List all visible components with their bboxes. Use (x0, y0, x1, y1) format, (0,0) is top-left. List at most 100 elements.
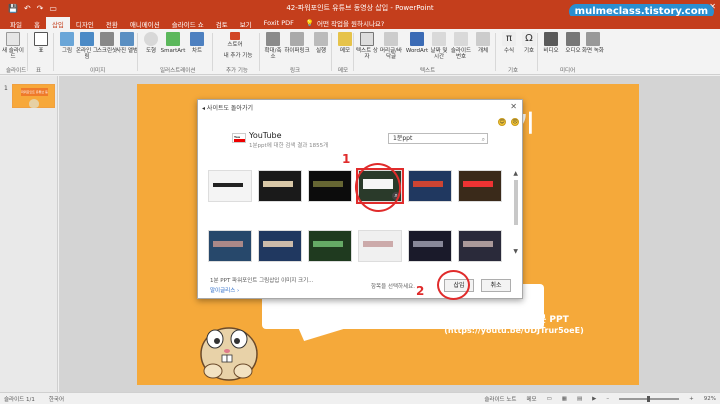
tab-view[interactable]: 보기 (234, 17, 258, 29)
zoom-knob[interactable] (647, 396, 651, 402)
slideshow-view-icon[interactable]: ▶ (592, 396, 596, 402)
thumb-graphic (313, 241, 343, 247)
tab-review[interactable]: 검토 (210, 17, 234, 29)
picture-button[interactable]: 그림 (56, 32, 78, 54)
screen-record-button[interactable]: 화면 녹화 (582, 32, 604, 54)
header-footer-button[interactable]: 머리글/바닥글 (378, 32, 404, 60)
frown-icon[interactable]: ☹ (511, 118, 519, 126)
wordart-button[interactable]: WordArt (404, 32, 430, 54)
label: 확대/축소 (264, 48, 282, 60)
more-link[interactable]: 말이글리스 › (210, 286, 239, 294)
group-links: 링크 (290, 68, 301, 74)
tab-insert[interactable]: 삽입 (45, 17, 70, 29)
video-thumbnail[interactable] (208, 170, 252, 202)
hyperlink-button[interactable]: 하이퍼링크 (284, 32, 310, 54)
source-url[interactable]: (https://youtu.be/UDJTrur5oeE) (399, 326, 629, 335)
video-thumbnail[interactable] (358, 230, 402, 262)
audio-button[interactable]: 오디오 (562, 32, 584, 54)
rabbit-illustration[interactable] (193, 299, 265, 384)
search-icon[interactable]: ⌕ (482, 135, 485, 144)
textbox-button[interactable]: 텍스트 상자 (356, 32, 378, 60)
video-button[interactable]: 비디오 (540, 32, 562, 54)
video-thumbnail[interactable] (308, 170, 352, 202)
slide-number-button[interactable]: 슬라이드 번호 (450, 32, 472, 60)
divider (212, 33, 213, 71)
tab-foxit[interactable]: Foxit PDF (258, 17, 300, 29)
search-input[interactable]: 1분ppt ⌕ (388, 133, 488, 144)
notes-button[interactable]: 슬라이드 노트 (484, 395, 516, 403)
new-slide-icon (6, 32, 20, 46)
new-slide-button[interactable]: 새 슬라이드 (2, 32, 24, 60)
group-images: 이미지 (90, 68, 106, 74)
store-button[interactable]: 스토어 (218, 32, 252, 48)
tab-animations[interactable]: 애니메이션 (124, 17, 166, 29)
table-button[interactable]: 표 (30, 32, 52, 54)
object-icon (476, 32, 490, 46)
scroll-down-icon[interactable]: ▼ (513, 248, 518, 255)
group-table: 표 (36, 68, 42, 74)
video-thumbnail[interactable] (258, 170, 302, 202)
group-symbols: 기호 (508, 68, 519, 74)
provider-name: YouTube (249, 131, 282, 140)
label: 메모 (339, 48, 351, 54)
result-count: 1분ppt에 대한 검색 결과 1855개 (249, 143, 329, 149)
video-thumbnail[interactable] (408, 230, 452, 262)
feedback-icons: ☺ ☹ (498, 118, 519, 126)
back-link[interactable]: ◂ 사이트도 돌아가기 (202, 103, 253, 112)
zoom-in-icon[interactable]: + (689, 396, 694, 402)
label: 도형 (145, 48, 157, 54)
tab-slideshow[interactable]: 슬라이드 쇼 (166, 17, 210, 29)
zoom-slider[interactable] (619, 396, 680, 402)
normal-view-icon[interactable]: ▭ (547, 396, 552, 402)
equation-button[interactable]: π 수식 (498, 32, 520, 54)
zoom-button[interactable]: 확대/축소 (262, 32, 284, 60)
video-thumbnail[interactable] (408, 170, 452, 202)
group-illustrations: 일러스트레이션 (160, 68, 196, 74)
tab-transitions[interactable]: 전환 (100, 17, 124, 29)
label: WordArt (405, 48, 429, 54)
object-button[interactable]: 개체 (472, 32, 494, 54)
my-addins-button[interactable]: 내 추가 기능 (218, 53, 258, 59)
comment-icon (338, 32, 352, 46)
scroll-up-icon[interactable]: ▲ (513, 170, 518, 177)
smartart-button[interactable]: SmartArt (160, 32, 186, 54)
screenshot-button[interactable]: 스크린샷 (96, 32, 118, 54)
thumbnail-title: 파워포인트 유튜브 동영 넣기 (21, 88, 48, 96)
dialog-close-button[interactable]: ✕ (510, 102, 517, 111)
comments-button[interactable]: 메모 (526, 395, 536, 403)
video-thumbnail[interactable] (458, 230, 502, 262)
slide-thumbnail-pane: 1 파워포인트 유튜브 동영 넣기 (0, 76, 58, 392)
photo-album-button[interactable]: 사진 앨범 (116, 32, 138, 54)
cancel-button[interactable]: 취소 (481, 279, 511, 292)
reading-view-icon[interactable]: ▤ (577, 396, 582, 402)
sorter-view-icon[interactable]: ▦ (562, 396, 567, 402)
scrollbar[interactable] (514, 180, 518, 225)
tab-file[interactable]: 파일 (4, 17, 28, 29)
label: SmartArt (160, 48, 186, 54)
zoom-level[interactable]: 92% (704, 396, 716, 402)
source-text[interactable]: 출처 : 1분 PPT (437, 312, 637, 325)
smile-icon[interactable]: ☺ (498, 118, 506, 126)
shapes-button[interactable]: 도형 (140, 32, 162, 54)
chart-button[interactable]: 차트 (186, 32, 208, 54)
tab-design[interactable]: 디자인 (70, 17, 100, 29)
language[interactable]: 한국어 (49, 395, 64, 403)
tab-home[interactable]: 홈 (28, 17, 46, 29)
online-picture-button[interactable]: 온라인 그림 (76, 32, 98, 60)
label: 표 (38, 48, 44, 54)
label: 차트 (191, 48, 203, 54)
video-thumbnail[interactable] (308, 230, 352, 262)
slide-thumbnail[interactable]: 파워포인트 유튜브 동영 넣기 (12, 84, 55, 108)
action-button[interactable]: 실행 (310, 32, 332, 54)
label: 머리글/바닥글 (379, 48, 403, 60)
video-thumbnail[interactable] (258, 230, 302, 262)
group-text: 텍스트 (420, 68, 436, 74)
video-thumbnail[interactable] (208, 230, 252, 262)
label: 실행 (315, 48, 327, 54)
zoom-out-icon[interactable]: – (606, 396, 609, 402)
thumb-graphic (213, 183, 243, 187)
video-thumbnail[interactable] (458, 170, 502, 202)
tell-me[interactable]: 💡 어떤 작업을 원하시나요? (300, 17, 390, 29)
datetime-button[interactable]: 날짜 및 시간 (428, 32, 450, 60)
screenshot-icon (100, 32, 114, 46)
